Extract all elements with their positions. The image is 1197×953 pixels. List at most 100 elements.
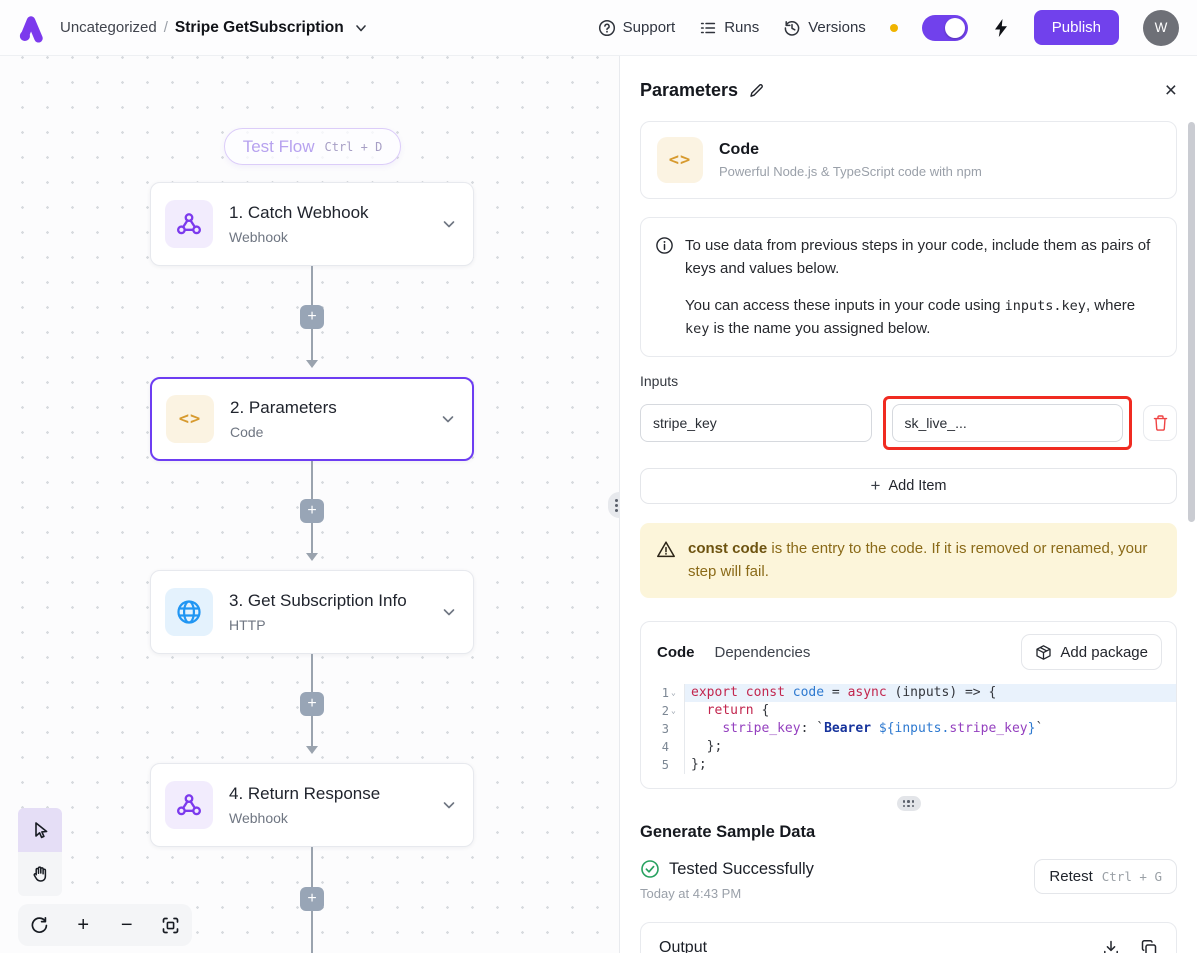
instant-run-bolt-icon[interactable] — [992, 18, 1010, 38]
code-line: 2⌄ return { — [641, 702, 1176, 720]
fit-screen-icon — [161, 916, 180, 935]
add-step-plus-button[interactable]: + — [300, 692, 324, 716]
success-check-icon — [640, 859, 660, 879]
minus-icon: − — [121, 914, 133, 937]
step-settings-panel: Parameters × <> Code Powerful Node.js & … — [620, 56, 1197, 953]
connector: + — [300, 847, 324, 953]
close-panel-button[interactable]: × — [1165, 80, 1177, 101]
step-text: 1. Catch Webhook Webhook — [229, 203, 425, 245]
tab-code[interactable]: Code — [657, 644, 695, 661]
versions-button[interactable]: Versions — [783, 19, 866, 37]
download-output-button[interactable] — [1102, 939, 1120, 953]
step-title: 3. Get Subscription Info — [229, 591, 425, 611]
test-flow-shortcut: Ctrl + D — [325, 140, 383, 154]
retest-label: Retest — [1049, 868, 1092, 885]
step-card-parameters[interactable]: <> 2. Parameters Code — [150, 377, 474, 461]
chevron-down-icon[interactable] — [441, 216, 457, 232]
main-area: Test Flow Ctrl + D 1. Catch Webhook Webh… — [0, 56, 1197, 953]
panel-scrollbar[interactable] — [1188, 122, 1195, 522]
user-avatar[interactable]: W — [1143, 10, 1179, 46]
fold-chevron-icon[interactable]: ⌄ — [671, 702, 680, 720]
copy-output-button[interactable] — [1140, 939, 1158, 953]
chevron-down-icon[interactable] — [440, 411, 456, 427]
add-step-plus-button[interactable]: + — [300, 887, 324, 911]
step-card-return-response[interactable]: 4. Return Response Webhook — [150, 763, 474, 847]
plus-icon: + — [871, 476, 881, 496]
input-key-field[interactable] — [640, 404, 872, 442]
input-value-field[interactable] — [892, 404, 1124, 442]
cursor-icon — [30, 820, 50, 840]
globe-icon — [165, 588, 213, 636]
toggle-knob — [945, 18, 965, 38]
flow-enabled-toggle[interactable] — [922, 15, 968, 41]
step-text: 2. Parameters Code — [230, 398, 424, 440]
breadcrumb-separator: / — [164, 19, 168, 36]
annotation-highlight-box — [883, 396, 1133, 450]
refresh-icon — [30, 916, 49, 935]
connector: + — [300, 266, 324, 377]
chevron-down-icon[interactable] — [441, 797, 457, 813]
runs-button[interactable]: Runs — [699, 19, 759, 37]
panel-resize-handle[interactable] — [608, 492, 620, 518]
step-title: 4. Return Response — [229, 784, 425, 804]
canvas-tool-column — [18, 808, 62, 896]
inline-code: inputs.key — [1005, 298, 1086, 314]
breadcrumb-category[interactable]: Uncategorized — [60, 19, 157, 36]
flow-menu-chevron-icon[interactable] — [354, 21, 368, 35]
output-title: Output — [659, 939, 707, 953]
flow-canvas[interactable]: Test Flow Ctrl + D 1. Catch Webhook Webh… — [0, 56, 620, 953]
add-step-plus-button[interactable]: + — [300, 305, 324, 329]
section-resize-handle[interactable] — [897, 796, 921, 811]
webhook-icon — [165, 781, 213, 829]
flow-title[interactable]: Stripe GetSubscription — [175, 19, 344, 37]
step-card-get-subscription[interactable]: 3. Get Subscription Info HTTP — [150, 570, 474, 654]
pan-tool-button[interactable] — [18, 852, 62, 896]
delete-input-button[interactable] — [1143, 405, 1177, 441]
generate-sample-data-heading: Generate Sample Data — [640, 823, 1177, 842]
piece-info-card: <> Code Powerful Node.js & TypeScript co… — [640, 121, 1177, 199]
fold-chevron-icon[interactable]: ⌄ — [671, 684, 680, 702]
inline-code: key — [685, 321, 709, 337]
tab-dependencies[interactable]: Dependencies — [715, 644, 811, 661]
step-title: 2. Parameters — [230, 398, 424, 418]
code-line: 3 stripe_key: `Bearer ${inputs.stripe_ke… — [641, 720, 1176, 738]
add-step-plus-button[interactable]: + — [300, 499, 324, 523]
reset-view-button[interactable] — [23, 908, 57, 942]
step-card-catch-webhook[interactable]: 1. Catch Webhook Webhook — [150, 182, 474, 266]
publish-button[interactable]: Publish — [1034, 10, 1119, 45]
zoom-in-button[interactable]: + — [66, 908, 100, 942]
inputs-info-box: To use data from previous steps in your … — [640, 217, 1177, 357]
code-editor-card: Code Dependencies Add package 1⌄ — [640, 621, 1177, 789]
fit-view-button[interactable] — [153, 908, 187, 942]
retest-shortcut: Ctrl + G — [1102, 869, 1162, 884]
add-item-button[interactable]: + Add Item — [640, 468, 1177, 504]
support-label: Support — [623, 19, 676, 36]
test-flow-label: Test Flow — [243, 137, 315, 157]
runs-list-icon — [699, 19, 717, 37]
activepieces-logo-icon[interactable] — [16, 13, 46, 43]
info-icon — [655, 236, 674, 255]
versions-history-icon — [783, 19, 801, 37]
connector: + — [300, 654, 324, 763]
code-line: 5 }; — [641, 756, 1176, 774]
step-subtitle: Webhook — [229, 229, 425, 245]
download-icon — [1102, 939, 1120, 953]
hand-icon — [30, 864, 50, 884]
retest-button[interactable]: Retest Ctrl + G — [1034, 859, 1177, 894]
rename-pencil-icon[interactable] — [748, 82, 765, 99]
piece-description: Powerful Node.js & TypeScript code with … — [719, 164, 982, 179]
add-package-button[interactable]: Add package — [1021, 634, 1162, 670]
step-subtitle: HTTP — [229, 617, 425, 633]
test-flow-button[interactable]: Test Flow Ctrl + D — [224, 128, 401, 165]
zoom-out-button[interactable]: − — [110, 908, 144, 942]
test-status-row: Tested Successfully Today at 4:43 PM Ret… — [640, 859, 1177, 901]
const-code-warning: const code is the entry to the code. If … — [640, 523, 1177, 598]
plus-icon: + — [77, 914, 89, 937]
trash-icon — [1152, 414, 1169, 432]
code-editor[interactable]: 1⌄ export const code = async (inputs) =>… — [641, 674, 1176, 788]
select-tool-button[interactable] — [18, 808, 62, 852]
code-icon: <> — [657, 137, 703, 183]
warning-icon — [656, 540, 676, 559]
chevron-down-icon[interactable] — [441, 604, 457, 620]
support-button[interactable]: Support — [598, 19, 676, 37]
